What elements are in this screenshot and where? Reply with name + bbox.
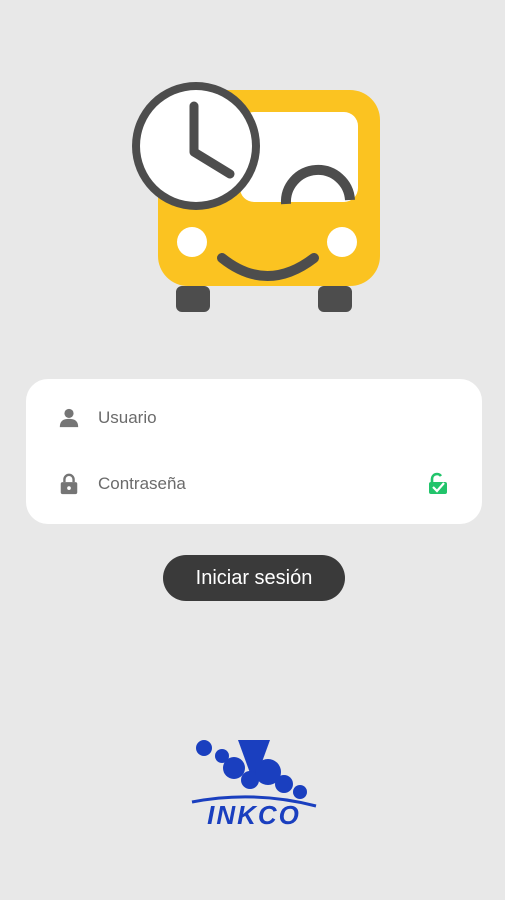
bus-clock-icon (132, 82, 380, 312)
unlock-icon[interactable] (426, 472, 450, 496)
company-name: INKCO (207, 800, 301, 830)
person-icon (59, 408, 79, 428)
login-button[interactable]: Iniciar sesión (163, 555, 345, 601)
password-field (26, 459, 482, 509)
login-card (26, 379, 482, 524)
username-field (26, 393, 482, 443)
username-input[interactable] (98, 401, 398, 435)
lock-icon (60, 473, 78, 495)
password-input[interactable] (98, 467, 398, 501)
